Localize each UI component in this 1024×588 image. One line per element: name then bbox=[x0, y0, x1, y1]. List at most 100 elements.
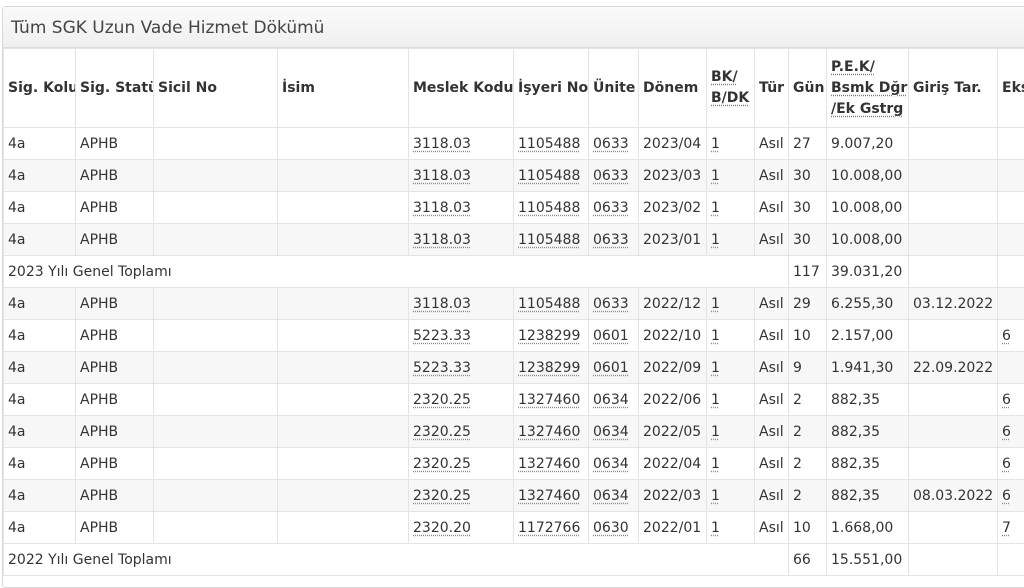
cell-bk[interactable]: 1 bbox=[707, 320, 755, 352]
cell-meslek[interactable]: 2320.25 bbox=[409, 448, 514, 480]
cell-isyeri-link[interactable]: 1105488 bbox=[518, 168, 580, 184]
cell-isyeri[interactable]: 1172766 bbox=[514, 512, 589, 544]
cell-unite[interactable]: 0601 bbox=[589, 320, 639, 352]
cell-unite-link[interactable]: 0634 bbox=[593, 392, 629, 408]
cell-eks[interactable]: 6 bbox=[998, 448, 1024, 480]
header-sig-statu[interactable]: Sig. Statü bbox=[76, 49, 154, 128]
cell-meslek-link[interactable]: 2320.25 bbox=[413, 488, 471, 504]
cell-unite-link[interactable]: 0633 bbox=[593, 136, 629, 152]
cell-eks[interactable]: 7 bbox=[998, 512, 1024, 544]
cell-eks-link[interactable]: 6 bbox=[1002, 328, 1011, 344]
cell-isyeri[interactable]: 1238299 bbox=[514, 352, 589, 384]
cell-meslek[interactable]: 3118.03 bbox=[409, 128, 514, 160]
cell-isyeri-link[interactable]: 1105488 bbox=[518, 200, 580, 216]
cell-meslek[interactable]: 3118.03 bbox=[409, 224, 514, 256]
cell-isyeri[interactable]: 1105488 bbox=[514, 288, 589, 320]
cell-eks-link[interactable]: 6 bbox=[1002, 392, 1011, 408]
cell-unite[interactable]: 0633 bbox=[589, 160, 639, 192]
cell-eks-link[interactable]: 7 bbox=[1002, 520, 1011, 536]
cell-bk[interactable]: 1 bbox=[707, 480, 755, 512]
cell-unite[interactable]: 0601 bbox=[589, 352, 639, 384]
cell-bk[interactable]: 1 bbox=[707, 512, 755, 544]
cell-isyeri[interactable]: 1238299 bbox=[514, 320, 589, 352]
header-unite[interactable]: Ünite bbox=[589, 49, 639, 128]
header-eks[interactable]: Eks bbox=[998, 49, 1024, 128]
cell-unite[interactable]: 0634 bbox=[589, 384, 639, 416]
cell-isyeri[interactable]: 1105488 bbox=[514, 224, 589, 256]
cell-bk[interactable]: 1 bbox=[707, 448, 755, 480]
header-giris-tar[interactable]: Giriş Tar. bbox=[909, 49, 998, 128]
cell-meslek-link[interactable]: 3118.03 bbox=[413, 232, 471, 248]
cell-unite-link[interactable]: 0634 bbox=[593, 424, 629, 440]
cell-unite[interactable]: 0633 bbox=[589, 192, 639, 224]
cell-bk[interactable]: 1 bbox=[707, 192, 755, 224]
header-tur[interactable]: Tür bbox=[755, 49, 789, 128]
cell-meslek[interactable]: 2320.25 bbox=[409, 480, 514, 512]
cell-eks-link[interactable]: 6 bbox=[1002, 488, 1011, 504]
header-bk-bdk[interactable]: BK/B/DK bbox=[707, 49, 755, 128]
header-pek[interactable]: P.E.K/Bsmk Dğr/Ek Gstrg bbox=[827, 49, 909, 128]
cell-unite-link[interactable]: 0633 bbox=[593, 200, 629, 216]
cell-bk-link[interactable]: 1 bbox=[711, 424, 720, 440]
cell-isyeri-link[interactable]: 1105488 bbox=[518, 296, 580, 312]
cell-eks[interactable]: 6 bbox=[998, 384, 1024, 416]
cell-unite-link[interactable]: 0630 bbox=[593, 520, 629, 536]
cell-bk-link[interactable]: 1 bbox=[711, 232, 720, 248]
cell-bk-link[interactable]: 1 bbox=[711, 296, 720, 312]
header-sicil-no[interactable]: Sicil No bbox=[154, 49, 278, 128]
cell-meslek-link[interactable]: 2320.25 bbox=[413, 392, 471, 408]
cell-unite[interactable]: 0633 bbox=[589, 288, 639, 320]
cell-bk[interactable]: 1 bbox=[707, 224, 755, 256]
header-meslek-kodu[interactable]: Meslek Kodu bbox=[409, 49, 514, 128]
cell-isyeri[interactable]: 1105488 bbox=[514, 128, 589, 160]
cell-bk[interactable]: 1 bbox=[707, 416, 755, 448]
cell-meslek[interactable]: 2320.25 bbox=[409, 384, 514, 416]
cell-unite-link[interactable]: 0633 bbox=[593, 232, 629, 248]
cell-eks[interactable]: 6 bbox=[998, 416, 1024, 448]
cell-isyeri[interactable]: 1327460 bbox=[514, 416, 589, 448]
cell-eks[interactable]: 6 bbox=[998, 480, 1024, 512]
cell-unite[interactable]: 0634 bbox=[589, 480, 639, 512]
cell-bk-link[interactable]: 1 bbox=[711, 200, 720, 216]
header-gun[interactable]: Gün bbox=[789, 49, 827, 128]
cell-isyeri[interactable]: 1327460 bbox=[514, 384, 589, 416]
cell-eks[interactable]: 6 bbox=[998, 320, 1024, 352]
cell-isyeri-link[interactable]: 1238299 bbox=[518, 360, 580, 376]
cell-bk[interactable]: 1 bbox=[707, 352, 755, 384]
header-isim[interactable]: İsim bbox=[278, 49, 409, 128]
cell-isyeri-link[interactable]: 1105488 bbox=[518, 136, 580, 152]
cell-bk-link[interactable]: 1 bbox=[711, 136, 720, 152]
cell-bk-link[interactable]: 1 bbox=[711, 392, 720, 408]
cell-unite[interactable]: 0633 bbox=[589, 224, 639, 256]
cell-isyeri[interactable]: 1327460 bbox=[514, 480, 589, 512]
cell-isyeri-link[interactable]: 1172766 bbox=[518, 520, 580, 536]
cell-bk-link[interactable]: 1 bbox=[711, 360, 720, 376]
cell-meslek[interactable]: 5223.33 bbox=[409, 320, 514, 352]
cell-isyeri-link[interactable]: 1327460 bbox=[518, 456, 580, 472]
cell-meslek-link[interactable]: 3118.03 bbox=[413, 200, 471, 216]
cell-unite-link[interactable]: 0634 bbox=[593, 488, 629, 504]
header-isyeri-no[interactable]: İşyeri No bbox=[514, 49, 589, 128]
cell-bk-link[interactable]: 1 bbox=[711, 168, 720, 184]
cell-meslek[interactable]: 3118.03 bbox=[409, 288, 514, 320]
cell-bk-link[interactable]: 1 bbox=[711, 328, 720, 344]
cell-meslek[interactable]: 3118.03 bbox=[409, 160, 514, 192]
cell-unite[interactable]: 0634 bbox=[589, 448, 639, 480]
cell-meslek-link[interactable]: 3118.03 bbox=[413, 136, 471, 152]
cell-isyeri-link[interactable]: 1105488 bbox=[518, 232, 580, 248]
cell-meslek[interactable]: 2320.20 bbox=[409, 512, 514, 544]
cell-bk[interactable]: 1 bbox=[707, 160, 755, 192]
cell-isyeri-link[interactable]: 1327460 bbox=[518, 488, 580, 504]
cell-bk-link[interactable]: 1 bbox=[711, 520, 720, 536]
cell-meslek[interactable]: 2320.25 bbox=[409, 416, 514, 448]
cell-eks-link[interactable]: 6 bbox=[1002, 456, 1011, 472]
header-donem[interactable]: Dönem bbox=[639, 49, 707, 128]
cell-meslek-link[interactable]: 2320.25 bbox=[413, 456, 471, 472]
cell-meslek[interactable]: 5223.33 bbox=[409, 352, 514, 384]
cell-isyeri[interactable]: 1105488 bbox=[514, 160, 589, 192]
cell-isyeri-link[interactable]: 1327460 bbox=[518, 392, 580, 408]
cell-isyeri[interactable]: 1105488 bbox=[514, 192, 589, 224]
cell-eks-link[interactable]: 6 bbox=[1002, 424, 1011, 440]
cell-isyeri-link[interactable]: 1238299 bbox=[518, 328, 580, 344]
cell-unite[interactable]: 0630 bbox=[589, 512, 639, 544]
